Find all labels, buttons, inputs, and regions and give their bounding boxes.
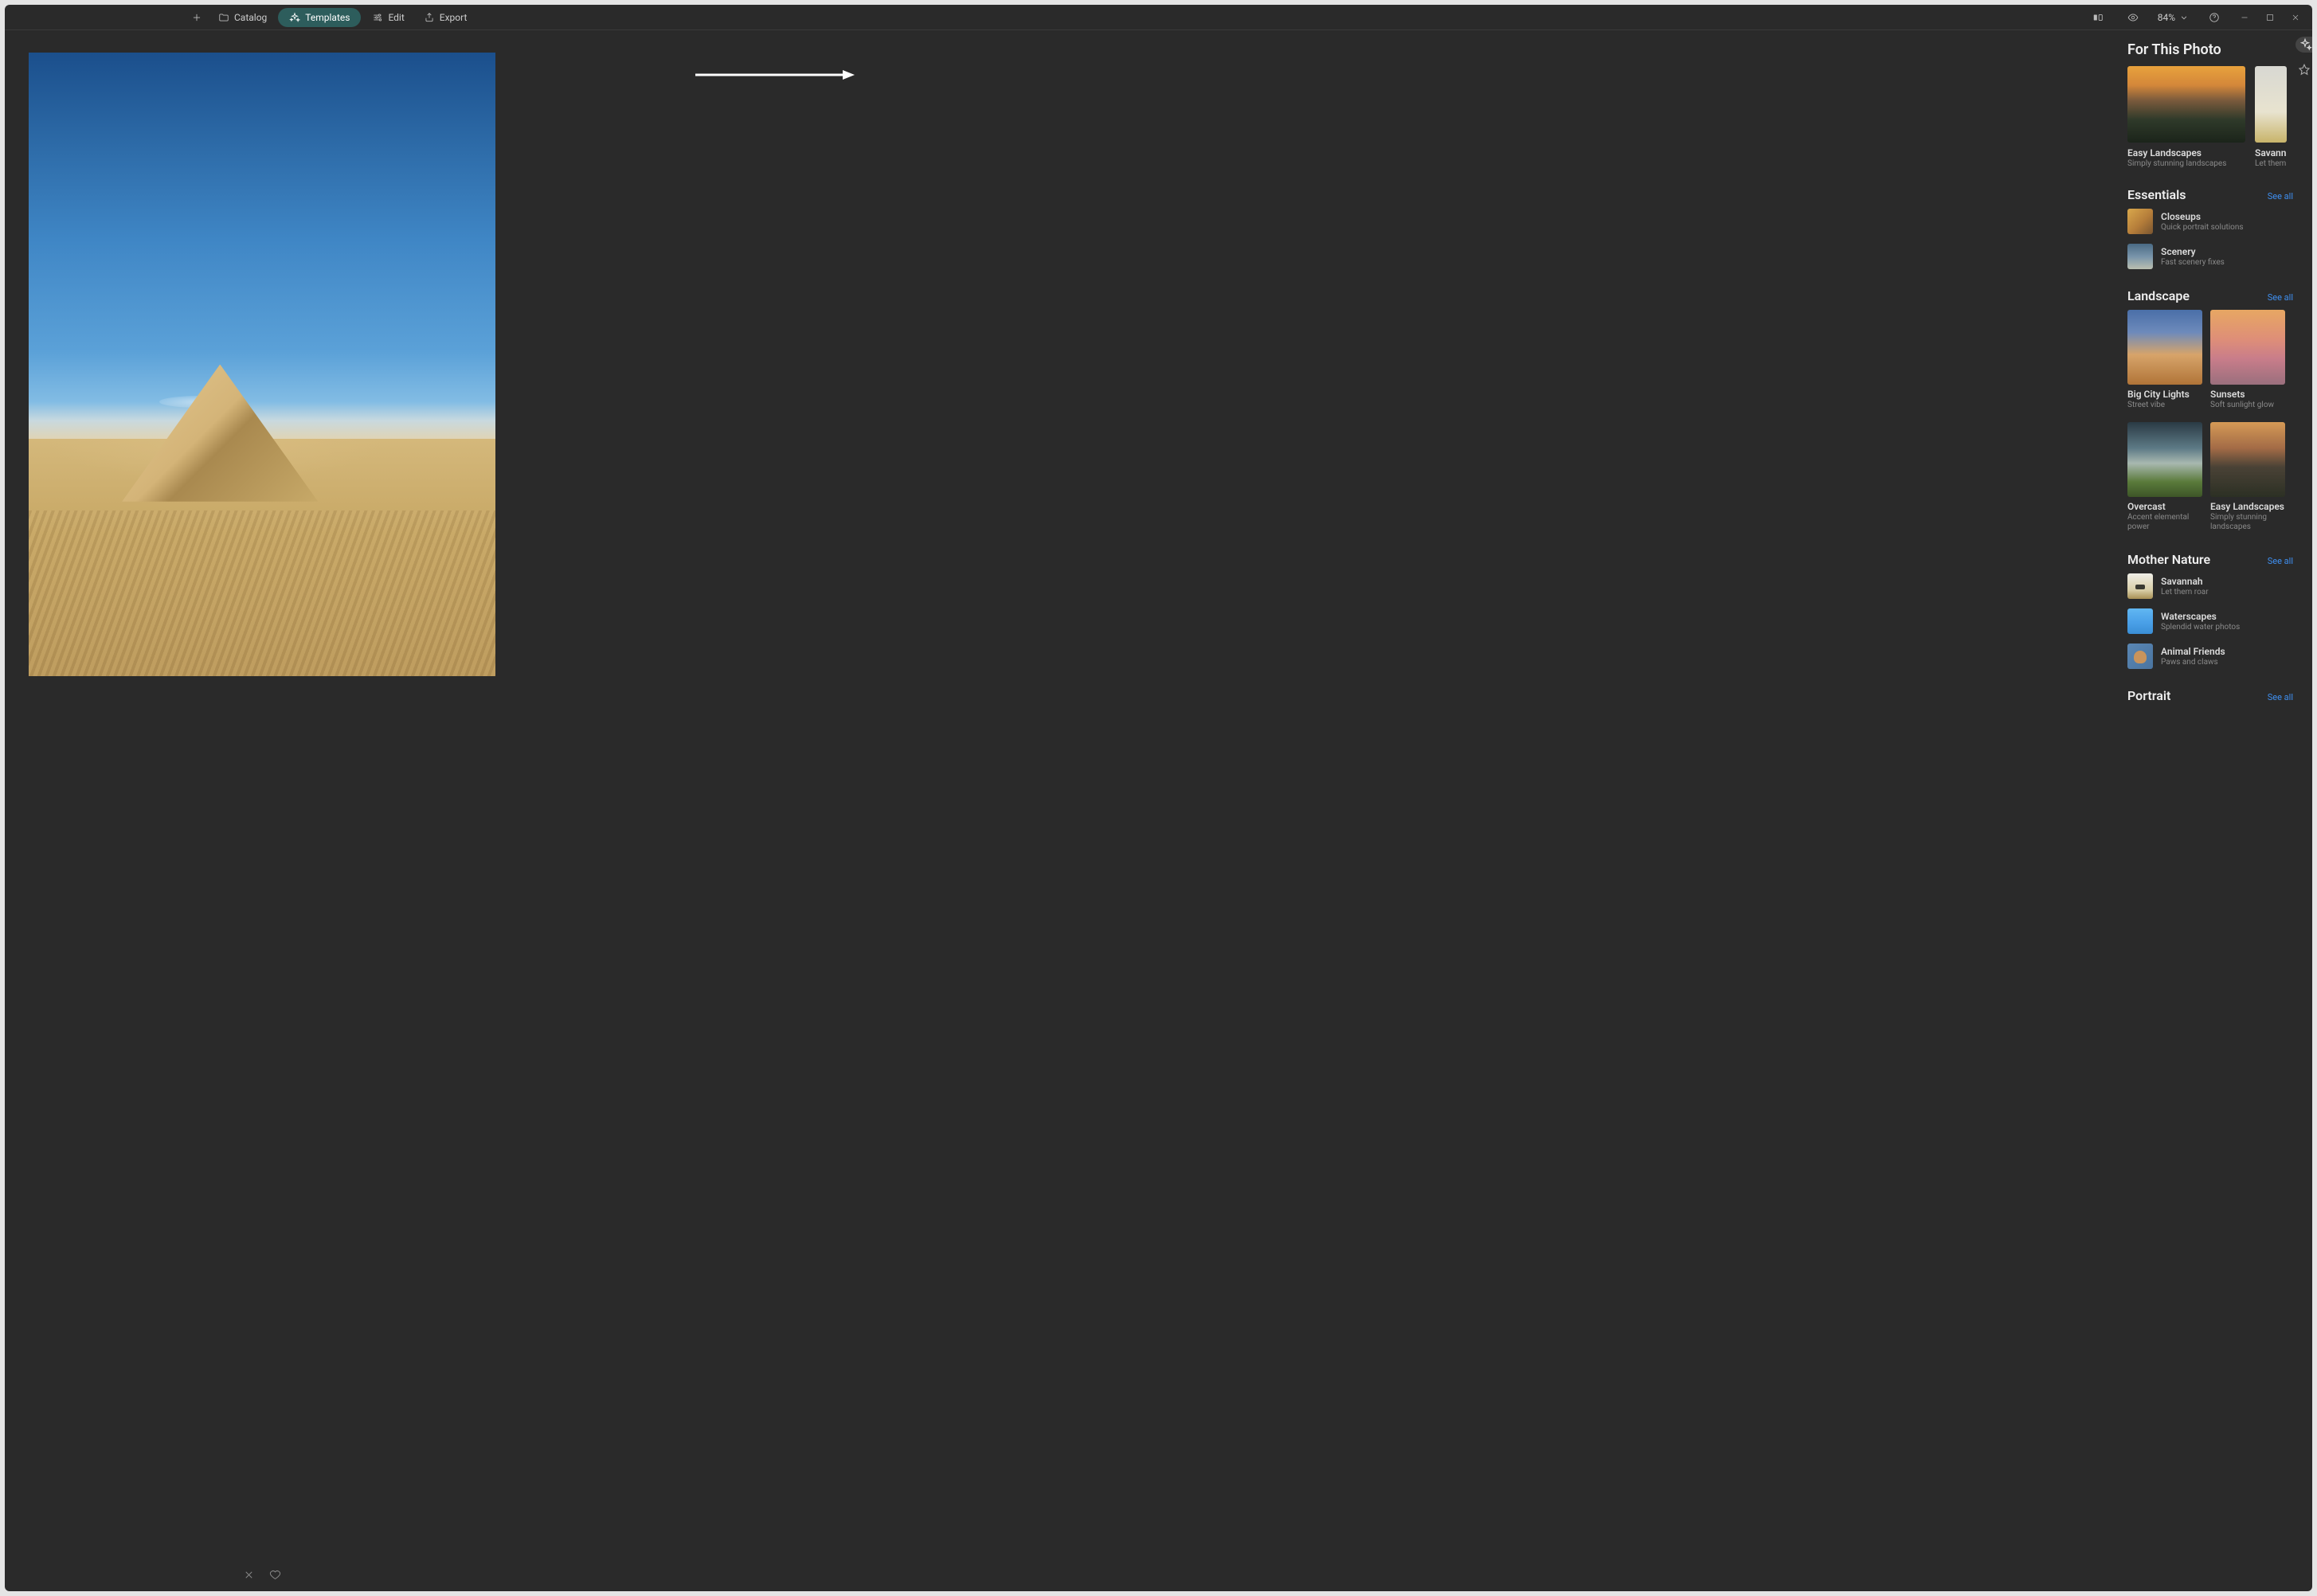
sparkle-icon [289, 12, 300, 23]
help-icon [2209, 12, 2220, 23]
template-desc: Simply stunning landscapes [2127, 159, 2245, 168]
template-row-scenery[interactable]: Scenery Fast scenery fixes [2127, 244, 2296, 269]
portrait-see-all[interactable]: See all [2268, 692, 2293, 702]
template-thumb [2127, 608, 2153, 634]
template-title: Easy Landscapes [2210, 501, 2285, 512]
edit-label: Edit [388, 12, 404, 23]
canvas-area [5, 30, 2124, 1591]
template-desc: Fast scenery fixes [2161, 258, 2225, 267]
sliders-icon [372, 12, 383, 23]
template-title: Big City Lights [2127, 389, 2202, 400]
template-desc: Soft sunlight glow [2210, 401, 2285, 411]
template-title: Scenery [2161, 246, 2225, 257]
compare-view-button[interactable] [2088, 9, 2108, 26]
landscape-see-all[interactable]: See all [2268, 292, 2293, 303]
dune-peak-decoration [122, 365, 318, 502]
topbar: Catalog Templates Edit Export [5, 5, 2312, 30]
template-thumb [2210, 422, 2285, 497]
catalog-label: Catalog [234, 12, 267, 23]
template-desc: Paws and claws [2161, 658, 2225, 667]
mother-nature-list: Savannah Let them roar Waterscapes Splen… [2124, 573, 2296, 669]
template-desc: Let them roar [2161, 588, 2209, 597]
for-this-photo-row: Easy Landscapes Simply stunning landscap… [2124, 66, 2296, 168]
template-thumb [2127, 310, 2202, 385]
template-card-big-city-lights[interactable]: Big City Lights Street vibe [2127, 310, 2202, 411]
landscape-title: Landscape [2127, 288, 2190, 303]
folder-icon [218, 12, 229, 23]
templates-tab[interactable]: Templates [278, 8, 361, 27]
template-title: Easy Landscapes [2127, 147, 2245, 158]
template-title: Savannah [2161, 576, 2209, 587]
template-card-sunsets[interactable]: Sunsets Soft sunlight glow [2210, 310, 2285, 411]
template-card-easy-landscapes-2[interactable]: Easy Landscapes Simply stunning landscap… [2210, 422, 2285, 533]
template-title: Animal Friends [2161, 646, 2225, 657]
landscape-grid: Big City Lights Street vibe Sunsets Soft… [2124, 310, 2296, 533]
catalog-tab[interactable]: Catalog [210, 9, 275, 26]
zoom-dropdown[interactable]: 84% [2158, 12, 2190, 23]
maximize-button[interactable] [2264, 12, 2276, 23]
template-thumb [2127, 573, 2153, 599]
template-card-overcast[interactable]: Overcast Accent elemental power [2127, 422, 2202, 533]
template-thumb [2127, 244, 2153, 269]
right-rail [2296, 30, 2312, 1591]
template-desc: Accent elemental power [2127, 513, 2202, 533]
compare-icon [2092, 12, 2104, 23]
essentials-title: Essentials [2127, 187, 2186, 202]
template-thumb [2127, 643, 2153, 669]
canvas-viewport[interactable] [5, 30, 2124, 1561]
essentials-see-all[interactable]: See all [2268, 191, 2293, 201]
photo[interactable] [29, 53, 495, 676]
photo-actions [29, 1561, 495, 1591]
template-thumb [2255, 66, 2287, 143]
template-title: Sunsets [2210, 389, 2285, 400]
template-thumb [2127, 209, 2153, 234]
template-card-savannah[interactable]: Savannah Let them roar [2255, 66, 2287, 168]
chevron-down-icon [2178, 12, 2190, 23]
template-row-waterscapes[interactable]: Waterscapes Splendid water photos [2127, 608, 2296, 634]
edit-tab[interactable]: Edit [364, 9, 412, 26]
plus-icon [191, 12, 202, 23]
template-desc: Splendid water photos [2161, 623, 2240, 632]
reject-button[interactable] [243, 1569, 255, 1584]
favorites-rail-button[interactable] [2296, 62, 2312, 78]
mother-nature-title: Mother Nature [2127, 552, 2210, 567]
template-row-closeups[interactable]: Closeups Quick portrait solutions [2127, 209, 2296, 234]
export-label: Export [440, 12, 468, 23]
template-desc: Street vibe [2127, 401, 2202, 411]
close-button[interactable] [2290, 12, 2301, 23]
template-title: Closeups [2161, 211, 2244, 222]
template-thumb [2210, 310, 2285, 385]
template-row-animal-friends[interactable]: Animal Friends Paws and claws [2127, 643, 2296, 669]
portrait-title: Portrait [2127, 688, 2170, 703]
preview-button[interactable] [2123, 9, 2143, 26]
eye-icon [2127, 12, 2139, 23]
for-this-photo-title: For This Photo [2124, 38, 2296, 66]
template-thumb [2127, 422, 2202, 497]
main-area: For This Photo Easy Landscapes Simply st… [5, 30, 2312, 1591]
templates-label: Templates [305, 12, 350, 23]
export-tab[interactable]: Export [416, 9, 476, 26]
template-thumb [2127, 66, 2245, 143]
template-title: Overcast [2127, 501, 2202, 512]
template-desc: Let them roar [2255, 159, 2287, 168]
template-title: Savannah [2255, 147, 2287, 158]
templates-panel[interactable]: For This Photo Easy Landscapes Simply st… [2124, 30, 2296, 1591]
templates-rail-button[interactable] [2295, 37, 2312, 53]
template-desc: Quick portrait solutions [2161, 223, 2244, 232]
template-title: Waterscapes [2161, 611, 2240, 622]
zoom-value: 84% [2158, 12, 2175, 23]
app-window: Catalog Templates Edit Export [5, 5, 2312, 1591]
export-icon [424, 12, 435, 23]
favorite-button[interactable] [269, 1569, 281, 1584]
minimize-button[interactable] [2239, 12, 2250, 23]
mother-nature-see-all[interactable]: See all [2268, 556, 2293, 566]
template-card-easy-landscapes[interactable]: Easy Landscapes Simply stunning landscap… [2127, 66, 2245, 168]
template-desc: Simply stunning landscapes [2210, 513, 2285, 533]
add-button[interactable] [186, 9, 207, 26]
essentials-list: Closeups Quick portrait solutions Scener… [2124, 209, 2296, 269]
template-row-savannah[interactable]: Savannah Let them roar [2127, 573, 2296, 599]
help-button[interactable] [2204, 9, 2225, 26]
